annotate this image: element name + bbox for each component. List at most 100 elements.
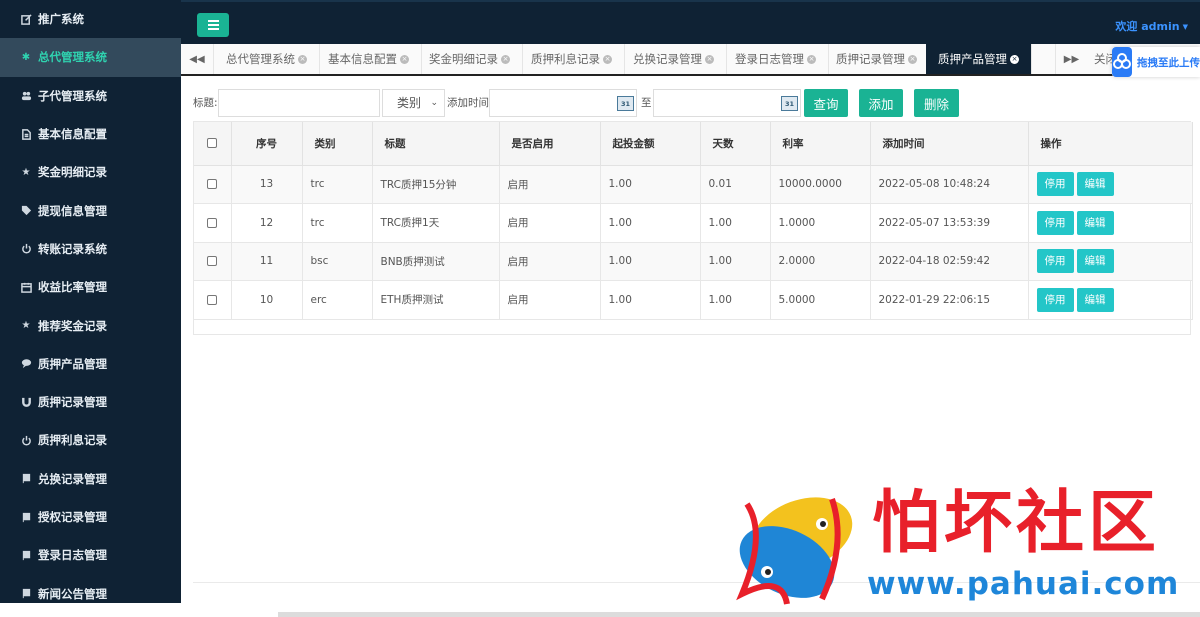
- cell-time: 2022-01-29 22:06:15: [870, 280, 1029, 320]
- tab-bar: ◀◀ 总代管理系统 × 基本信息配置 × 奖金明细记录 × 质押利息记录 × 兑换记录管…: [181, 44, 1200, 76]
- asterisk-icon: ✱: [21, 51, 31, 63]
- col-min-amount: 起投金额: [600, 122, 701, 166]
- cell-min-amount: 1.00: [600, 242, 701, 281]
- disable-button[interactable]: 停用: [1036, 287, 1074, 312]
- sidebar-item-staking-records[interactable]: 质押记录管理: [0, 383, 181, 421]
- disable-button[interactable]: 停用: [1036, 172, 1074, 197]
- tab-close-icon[interactable]: ×: [908, 54, 917, 64]
- tab-basic-config[interactable]: 基本信息配置 ×: [316, 44, 422, 74]
- sidebar-item-auth-records[interactable]: 授权记录管理: [0, 498, 181, 536]
- top-navbar: 欢迎 admin ▼: [181, 0, 1200, 44]
- calendar-picker-icon[interactable]: 31: [781, 96, 798, 111]
- sidebar-item-label: 基本信息配置: [38, 127, 107, 142]
- sidebar-item-transfer[interactable]: 转账记录系统: [0, 230, 181, 268]
- tab-label: 质押记录管理: [836, 52, 905, 66]
- tab-staking-records[interactable]: 质押记录管理 ×: [824, 44, 930, 74]
- tab-scroll-left-button[interactable]: ◀◀: [181, 44, 214, 74]
- query-button[interactable]: 查询: [804, 89, 848, 117]
- tab-close-icon[interactable]: ×: [400, 54, 409, 64]
- sidebar-item-staking-interest[interactable]: 质押利息记录: [0, 421, 181, 459]
- tab-close-icon[interactable]: ×: [1010, 54, 1019, 64]
- tab-staking-interest[interactable]: 质押利息记录 ×: [519, 44, 625, 74]
- tab-exchange-records[interactable]: 兑换记录管理 ×: [621, 44, 727, 74]
- file-icon: [20, 128, 32, 140]
- fish-logo: [736, 497, 853, 605]
- edit-button[interactable]: 编辑: [1076, 287, 1114, 312]
- time-label: 添加时间: [447, 97, 489, 109]
- tab-scroll-right-button[interactable]: ▶▶: [1055, 44, 1087, 74]
- tab-general-agent[interactable]: 总代管理系统 ×: [214, 44, 320, 74]
- category-select[interactable]: 类别 ⌄: [382, 89, 445, 117]
- tab-close-icon[interactable]: ×: [603, 54, 612, 64]
- tab-close-icon[interactable]: ×: [807, 54, 816, 64]
- add-button[interactable]: 添加: [859, 89, 903, 117]
- tab-label: 登录日志管理: [735, 52, 804, 66]
- row-checkbox[interactable]: [207, 217, 218, 228]
- book-icon: [20, 511, 32, 523]
- sidebar-item-news[interactable]: 新闻公告管理: [0, 574, 181, 603]
- sidebar-item-referral-bonus[interactable]: ★ 推荐奖金记录: [0, 306, 181, 344]
- disable-button[interactable]: 停用: [1036, 249, 1074, 274]
- search-toolbar: 标题: 类别 ⌄ 添加时间 31 至 31 查询 添加 删除: [193, 89, 973, 117]
- calendar-picker-icon[interactable]: 31: [617, 96, 634, 111]
- cell-id: 13: [231, 165, 303, 204]
- sidebar-item-staking-products[interactable]: 质押产品管理: [0, 345, 181, 383]
- hamburger-icon: [207, 20, 219, 22]
- cell-rate: 1.0000: [770, 203, 871, 243]
- sidebar-item-promotion[interactable]: 推广系统: [0, 0, 181, 38]
- delete-button[interactable]: 删除: [914, 89, 959, 117]
- cell-time: 2022-04-18 02:59:42: [870, 242, 1029, 281]
- cell-min-amount: 1.00: [600, 203, 701, 243]
- col-days: 天数: [700, 122, 771, 166]
- star-icon: ★: [21, 166, 31, 178]
- start-date-input[interactable]: 31: [489, 89, 637, 117]
- watermark-url: www.pahuai.com: [867, 566, 1180, 602]
- cell-min-amount: 1.00: [600, 165, 701, 204]
- row-checkbox[interactable]: [207, 294, 218, 305]
- table-row: 11 bsc BNB质押测试 启用 1.00 1.00 2.0000 2022-…: [194, 242, 1193, 281]
- menu-toggle-button[interactable]: [197, 13, 229, 37]
- tab-close-icon[interactable]: ×: [298, 54, 307, 64]
- cell-enabled: 启用: [499, 280, 601, 320]
- users-icon: [20, 90, 32, 102]
- sidebar-item-yield-rate[interactable]: 收益比率管理: [0, 268, 181, 306]
- horizontal-scrollbar[interactable]: [278, 612, 1200, 617]
- sidebar-item-bonus-records[interactable]: ★ 奖金明细记录: [0, 153, 181, 191]
- select-all-checkbox[interactable]: [207, 138, 218, 149]
- tab-bonus-records[interactable]: 奖金明细记录 ×: [417, 44, 523, 74]
- edit-button[interactable]: 编辑: [1076, 172, 1114, 197]
- table-row: 13 trc TRC质押15分钟 启用 1.00 0.01 10000.0000…: [194, 165, 1193, 204]
- tab-close-icon[interactable]: ×: [501, 54, 510, 64]
- col-id: 序号: [231, 122, 303, 166]
- sidebar-item-withdraw[interactable]: 提现信息管理: [0, 191, 181, 229]
- row-checkbox[interactable]: [207, 179, 218, 190]
- category-select-value: 类别: [397, 96, 422, 110]
- col-category: 类别: [302, 122, 373, 166]
- sidebar-item-general-agent[interactable]: ✱ 总代管理系统: [0, 38, 181, 77]
- sidebar-item-label: 奖金明细记录: [38, 165, 107, 180]
- title-search-input[interactable]: [218, 89, 380, 117]
- tab-staking-products[interactable]: 质押产品管理 ×: [926, 44, 1032, 74]
- sidebar-item-label: 授权记录管理: [38, 510, 107, 524]
- disable-button[interactable]: 停用: [1036, 210, 1074, 235]
- baidu-upload-widget[interactable]: 拖拽至此上传: [1112, 47, 1200, 77]
- tab-login-logs[interactable]: 登录日志管理 ×: [723, 44, 829, 74]
- sidebar-item-basic-config[interactable]: 基本信息配置: [0, 115, 181, 153]
- sidebar-item-label: 收益比率管理: [38, 280, 107, 295]
- tab-label: 奖金明细记录: [429, 52, 498, 66]
- tab-close-icon[interactable]: ×: [705, 54, 714, 64]
- user-menu[interactable]: 欢迎 admin ▼: [1115, 18, 1188, 34]
- sidebar-item-sub-agent[interactable]: 子代管理系统: [0, 77, 181, 115]
- cell-enabled: 启用: [499, 165, 601, 204]
- cell-time: 2022-05-07 13:53:39: [870, 203, 1029, 243]
- edit-button[interactable]: 编辑: [1076, 249, 1114, 274]
- double-chevron-right-icon: ▶▶: [1063, 53, 1080, 65]
- sidebar-item-exchange-records[interactable]: 兑换记录管理: [0, 460, 181, 498]
- tab-label: 质押利息记录: [531, 52, 600, 66]
- sidebar-item-label: 兑换记录管理: [38, 471, 107, 486]
- cell-rate: 10000.0000: [770, 165, 871, 204]
- row-checkbox[interactable]: [207, 256, 218, 267]
- end-date-input[interactable]: 31: [653, 89, 801, 117]
- edit-button[interactable]: 编辑: [1076, 210, 1114, 235]
- sidebar-item-login-logs[interactable]: 登录日志管理: [0, 536, 181, 574]
